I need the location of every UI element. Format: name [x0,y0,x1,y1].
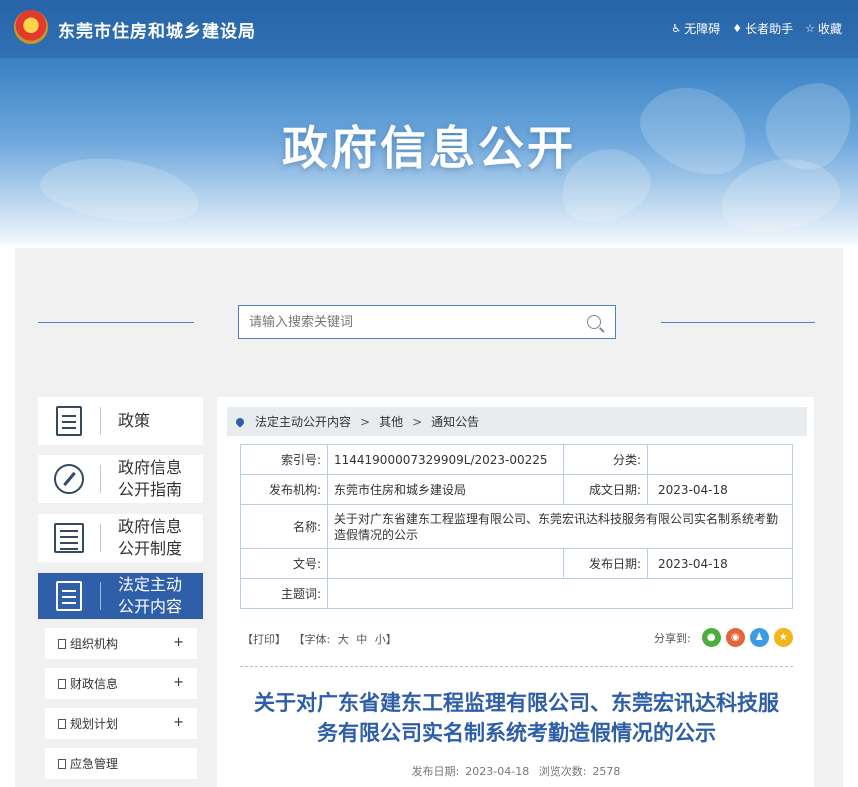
divider-left [38,322,194,323]
favorite-button[interactable]: ☆ 收藏 [805,20,842,37]
views-label: 浏览次数: [538,765,587,778]
font-medium-button[interactable]: 中 [356,633,367,646]
expand-toggle[interactable]: + [173,635,184,650]
views-value: 2578 [592,765,621,778]
sidebar-item-guide[interactable]: 政府信息 公开指南 [38,455,203,503]
divider-right [661,322,815,323]
sidebar-item-system[interactable]: 政府信息 公开制度 [38,514,203,562]
created-date-value: 2023-04-18 [647,474,793,505]
national-emblem-logo[interactable] [14,10,48,44]
article-options: 【打印】 【字体: 大 中 小】 [242,631,401,647]
star-icon: ☆ [805,22,815,35]
name-value: 关于对广东省建东工程监理有限公司、东莞宏讯达科技服务有限公司实名制系统考勤造假情… [327,504,793,549]
elder-assist-icon: ♦ [732,22,743,35]
page-icon [58,678,66,689]
article-title: 关于对广东省建东工程监理有限公司、东莞宏讯达科技服 务有限公司实名制系统考勤造假情… [254,691,779,745]
list-document-icon [38,514,100,562]
published-date-label: 发布日期: [563,548,648,579]
elder-assist-label: 长者助手 [745,22,794,36]
wechat-icon[interactable]: ● [701,628,721,647]
created-date-label: 成文日期: [563,474,648,505]
table-row: 名称: 关于对广东省建东工程监理有限公司、东莞宏讯达科技服务有限公司实名制系统考… [240,504,793,549]
table-row: 发布机构: 东莞市住房和城乡建设局 成文日期: 2023-04-18 [240,474,793,505]
print-button[interactable]: 【打印】 [242,633,286,646]
publisher-label: 发布机构: [240,474,328,505]
docno-value [327,548,564,579]
docno-label: 文号: [240,548,328,579]
weibo-icon[interactable]: ◉ [725,628,745,647]
chevron-right-icon: > [412,414,423,429]
qq-icon[interactable]: ♟ [749,628,769,647]
published-date-value: 2023-04-18 [647,548,793,579]
divider-dashed [240,666,793,667]
article-meta: 发布日期: 2023-04-18 浏览次数: 2578 [0,763,858,779]
share-bar: 分享到: ● ◉ ♟ ★ [654,628,793,647]
expand-toggle[interactable]: + [173,715,184,730]
sidebar-item-label: 政府信息 公开制度 [118,517,183,558]
expand-toggle[interactable]: + [173,675,184,690]
chevron-right-icon: > [360,414,371,429]
sidebar-item-label: 法定主动 公开内容 [118,575,183,616]
page-icon [58,638,66,649]
accessibility-label: 无障碍 [684,22,721,36]
index-label: 索引号: [240,444,328,475]
document-meta-table: 索引号: 11441900007329909L/2023-00225 分类: 发… [240,444,793,609]
qzone-icon[interactable]: ★ [773,628,793,647]
sidebar-item-label: 政策 [118,411,151,430]
location-pin-icon [234,415,246,428]
site-title[interactable]: 东莞市住房和城乡建设局 [58,17,256,42]
search-box [238,305,616,339]
elder-assist-button[interactable]: ♦ 长者助手 [732,20,793,37]
sub-item-label: 规划计划 [70,717,119,731]
compass-icon [38,455,100,503]
header-tools: ♿ 无障碍 ♦ 长者助手 ☆ 收藏 [671,20,842,37]
sub-item-organization[interactable]: 组织机构 + [45,628,197,659]
breadcrumb-item[interactable]: 其他 [379,413,403,430]
share-label: 分享到: [654,631,691,645]
keywords-label: 主题词: [240,578,328,609]
category-value [647,444,793,475]
publisher-value: 东莞市住房和城乡建设局 [327,474,564,505]
sidebar-item-policy[interactable]: 政策 [38,397,203,445]
document-icon [38,573,100,619]
header-banner: 东莞市住房和城乡建设局 ♿ 无障碍 ♦ 长者助手 ☆ 收藏 政府信息公开 [0,0,858,248]
font-size-label: 【字体: [293,633,331,646]
publish-date-value: 2023-04-18 [465,765,530,778]
breadcrumb-item[interactable]: 通知公告 [431,413,479,430]
accessibility-button[interactable]: ♿ 无障碍 [671,20,720,37]
sub-item-planning[interactable]: 规划计划 + [45,708,197,739]
banner-title: 政府信息公开 [282,121,576,175]
breadcrumb-item[interactable]: 法定主动公开内容 [255,413,351,430]
breadcrumb: 法定主动公开内容 > 其他 > 通知公告 [227,407,807,436]
sidebar-item-label: 政府信息 公开指南 [118,458,183,499]
font-small-button[interactable]: 小】 [375,633,397,646]
font-large-button[interactable]: 大 [338,633,349,646]
document-icon [38,397,100,445]
sub-item-label: 财政信息 [70,677,119,691]
favorite-label: 收藏 [817,22,842,36]
sidebar-item-statutory[interactable]: 法定主动 公开内容 [38,573,203,619]
search-input[interactable] [239,306,569,338]
keywords-value [327,578,793,609]
name-label: 名称: [240,504,328,549]
category-label: 分类: [563,444,648,475]
accessibility-icon: ♿ [671,22,682,35]
table-row: 文号: 发布日期: 2023-04-18 [240,548,793,579]
publish-date-label: 发布日期: [411,765,460,778]
index-value: 11441900007329909L/2023-00225 [327,444,564,475]
table-row: 索引号: 11441900007329909L/2023-00225 分类: [240,444,793,475]
page-icon [58,718,66,729]
search-icon[interactable] [587,315,601,329]
sub-item-label: 组织机构 [70,637,119,651]
table-row: 主题词: [240,578,793,609]
sub-item-finance[interactable]: 财政信息 + [45,668,197,699]
